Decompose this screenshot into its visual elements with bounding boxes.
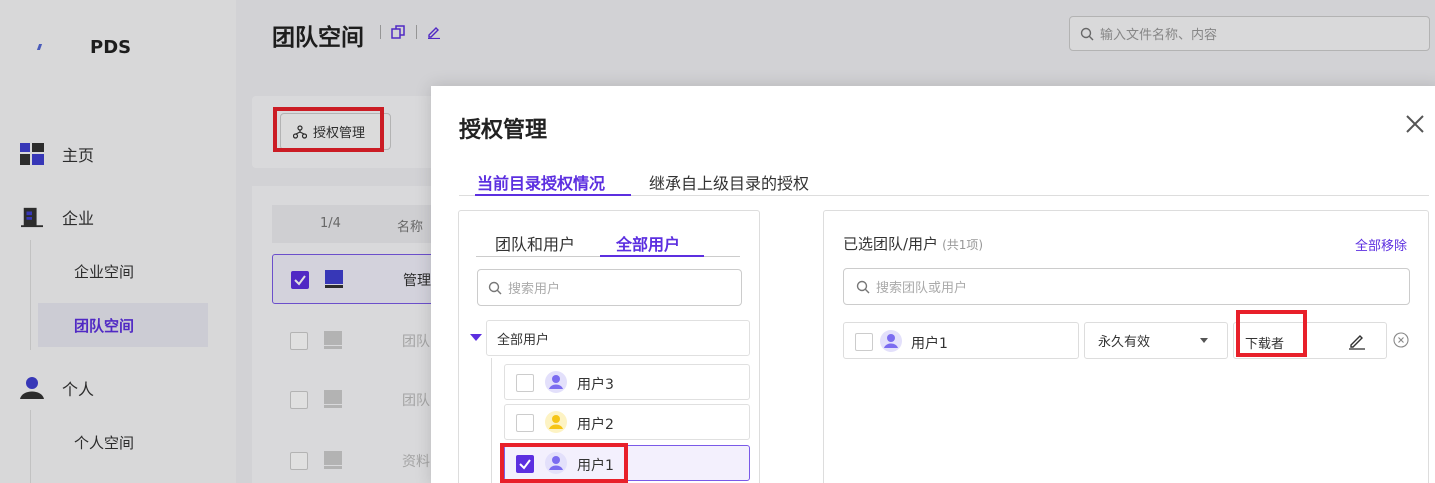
user-row-3[interactable]: 用户3 — [504, 364, 750, 400]
tree-line — [491, 358, 492, 483]
user-avatar-icon — [545, 371, 567, 393]
caret-down-icon[interactable] — [470, 334, 482, 341]
selected-user-row: 用户1 — [843, 322, 1079, 359]
user-checkbox[interactable] — [516, 374, 534, 392]
selected-title: 已选团队/用户 (共1项) — [843, 233, 983, 254]
selected-count: (共1项) — [942, 238, 984, 252]
user-name: 用户1 — [911, 336, 948, 352]
validity-value: 永久有效 — [1098, 335, 1151, 350]
search-icon — [488, 281, 502, 294]
tab-current-auth[interactable]: 当前目录授权情况 — [475, 170, 631, 196]
caret-down-icon — [1200, 338, 1208, 343]
validity-select[interactable]: 永久有效 — [1084, 322, 1228, 359]
user-avatar-icon — [545, 411, 567, 433]
remove-circle-icon[interactable] — [1393, 332, 1409, 348]
search-icon — [856, 280, 870, 293]
tab-teams-users[interactable]: 团队和用户 — [495, 231, 575, 257]
user-row-2[interactable]: 用户2 — [504, 404, 750, 440]
remove-all-link[interactable]: 全部移除 — [1355, 235, 1407, 254]
user-name: 用户1 — [577, 458, 614, 474]
edit-icon[interactable] — [1348, 332, 1366, 350]
dialog-tabs: 当前目录授权情况 继承自上级目录的授权 — [459, 170, 1429, 196]
role-select[interactable]: 下载者 — [1233, 322, 1387, 359]
tree-root-all-users[interactable]: 全部用户 — [486, 320, 750, 356]
check-icon — [519, 459, 531, 470]
auth-manage-dialog: 授权管理 当前目录授权情况 继承自上级目录的授权 团队和用户 全部用户 搜索用户… — [431, 86, 1435, 483]
user-search-input[interactable]: 搜索用户 — [477, 269, 742, 306]
user-picker-panel: 团队和用户 全部用户 搜索用户 全部用户 用户3 用户2 用户1 — [458, 210, 760, 483]
tab-all-users[interactable]: 全部用户 — [600, 231, 704, 257]
selected-title-text: 已选团队/用户 — [843, 235, 939, 253]
user-row-1[interactable]: 用户1 — [504, 445, 750, 481]
user-checkbox[interactable] — [516, 455, 534, 473]
team-search-input[interactable]: 搜索团队或用户 — [843, 268, 1410, 305]
user-name: 用户3 — [577, 377, 614, 393]
search-placeholder: 搜索团队或用户 — [876, 281, 968, 296]
user-checkbox[interactable] — [516, 414, 534, 432]
picker-tabs: 团队和用户 全部用户 — [476, 229, 740, 257]
dialog-title: 授权管理 — [459, 118, 548, 143]
user-checkbox[interactable] — [855, 333, 873, 351]
user-avatar-icon — [545, 452, 567, 474]
selected-panel: 已选团队/用户 (共1项) 全部移除 搜索团队或用户 用户1 永久有效 下载者 — [823, 210, 1429, 483]
user-name: 用户2 — [577, 417, 614, 433]
role-value: 下载者 — [1245, 337, 1285, 352]
user-avatar-icon — [880, 330, 902, 352]
close-icon[interactable] — [1404, 113, 1426, 135]
search-placeholder: 搜索用户 — [508, 282, 561, 297]
tab-inherited-auth[interactable]: 继承自上级目录的授权 — [649, 170, 809, 196]
